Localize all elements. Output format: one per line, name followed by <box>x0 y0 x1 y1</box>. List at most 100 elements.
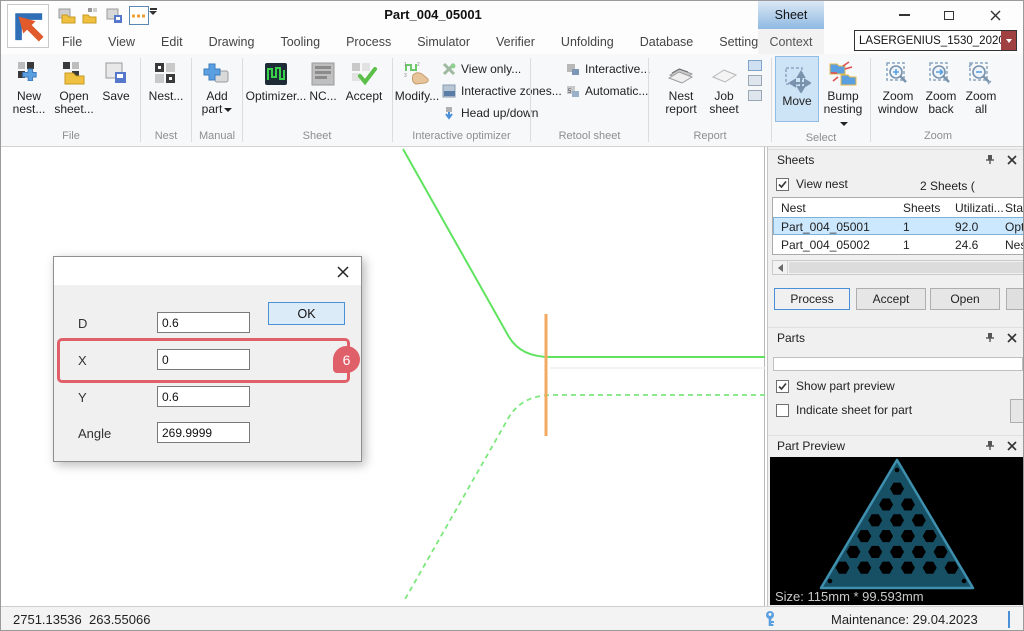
view-nest-checkbox[interactable]: View nest <box>776 177 848 191</box>
scrollbar-thumb[interactable] <box>789 262 1024 273</box>
part-preview-image <box>770 457 1024 605</box>
field-input-y[interactable] <box>157 386 250 407</box>
close-button[interactable] <box>978 3 1012 27</box>
menu-view[interactable]: View <box>95 35 148 49</box>
move-icon <box>783 63 811 95</box>
show-part-preview-checkbox[interactable]: Show part preview <box>776 379 895 393</box>
checkbox-checked-icon <box>776 178 789 191</box>
new-nest-button[interactable]: New nest... <box>7 56 51 119</box>
report-export-doc-icon[interactable] <box>748 75 762 86</box>
sheets-horizontal-scrollbar[interactable] <box>772 260 1024 275</box>
window-title: Part_004_05001 <box>353 7 513 22</box>
menu-process[interactable]: Process <box>333 35 404 49</box>
ribbon: New nest... Open sheet... Save File Nest… <box>1 54 1024 147</box>
indicate-sheet-checkbox[interactable]: Indicate sheet for part <box>776 403 912 417</box>
save-button[interactable]: Save <box>97 56 135 105</box>
open-sheet-button[interactable]: Open sheet... <box>51 56 97 119</box>
retool-automatic-button[interactable]: 5 Automatic... <box>563 80 653 102</box>
nest-icon <box>153 58 179 90</box>
application-window: Part_004_05001 Sheet File View Edit Draw… <box>0 0 1024 631</box>
quick-open-nest-icon[interactable] <box>81 6 101 25</box>
parts-list-strip[interactable] <box>773 357 1023 371</box>
status-bar: 2751.13536 263.55066 Maintenance: 29.04.… <box>1 606 1024 631</box>
maintenance-date-label: Maintenance: 29.04.2023 <box>831 612 978 627</box>
ribbon-group-sheet: Optimizer... NC... Accept Sheet <box>245 54 389 146</box>
menu-database[interactable]: Database <box>627 35 707 49</box>
nc-button[interactable]: NC... <box>305 56 341 105</box>
process-button[interactable]: Process <box>774 288 850 310</box>
pin-icon[interactable] <box>982 439 998 453</box>
pin-icon[interactable] <box>982 153 998 167</box>
menu-edit[interactable]: Edit <box>148 35 196 49</box>
cursor-y-coordinate: 263.55066 <box>89 612 150 627</box>
machine-select[interactable]: LASERGENIUS_1530_2020 <box>854 30 1017 51</box>
parameter-dialog: OK D X Y Angle 6 <box>53 256 362 462</box>
title-bar: Part_004_05001 Sheet <box>1 1 1024 29</box>
bump-nesting-button[interactable]: Bump nesting <box>819 56 867 132</box>
checkbox-unchecked-icon <box>776 404 789 417</box>
maximize-button[interactable] <box>932 3 966 27</box>
quick-open-icon[interactable] <box>57 6 77 25</box>
sheets-table[interactable]: Nest Sheets Utilizati... Stat Part_004_0… <box>772 197 1024 255</box>
report-export-table-icon[interactable] <box>748 60 762 71</box>
open-button[interactable]: Open <box>930 288 1000 310</box>
nest-report-button[interactable]: Nest report <box>658 56 704 119</box>
retool-interactive-button[interactable]: Interactive... <box>563 58 653 80</box>
ribbon-group-manual: Add part Manual <box>194 54 240 146</box>
field-input-d[interactable] <box>157 312 250 333</box>
annotation-step-badge: 6 <box>333 346 360 373</box>
accept-button[interactable]: Accept <box>341 56 387 105</box>
tab-context-label[interactable]: Context <box>758 29 824 54</box>
optimizer-button[interactable]: Optimizer... <box>247 56 305 105</box>
accept-sheet-button[interactable]: Accept <box>856 288 926 310</box>
sheets-count-label: 2 Sheets ( <box>920 179 975 193</box>
clipped-c-button[interactable]: C <box>1010 399 1024 423</box>
menu-file[interactable]: File <box>49 35 95 49</box>
svg-text:2: 2 <box>417 62 420 68</box>
minimize-button[interactable] <box>887 3 921 27</box>
report-export-file-icon[interactable] <box>748 90 762 101</box>
right-dock-panel: Sheets View nest 2 Sheets ( Nest Sheets … <box>767 147 1024 606</box>
menu-drawing[interactable]: Drawing <box>196 35 268 49</box>
clipped-s-button[interactable]: S <box>1006 288 1024 310</box>
ok-button[interactable]: OK <box>268 302 345 325</box>
quick-measure-icon[interactable] <box>129 6 149 25</box>
modify-button[interactable]: 123 Modify... <box>395 56 439 105</box>
zoom-all-button[interactable]: Zoom all <box>961 56 1001 119</box>
close-icon[interactable] <box>1004 331 1020 345</box>
scroll-left-icon[interactable] <box>773 261 788 274</box>
cell-nest-1[interactable]: Part_004_05001 <box>781 220 870 234</box>
chevron-down-icon[interactable] <box>1001 31 1016 50</box>
zoom-back-button[interactable]: Zoom back <box>921 56 961 119</box>
app-logo[interactable] <box>7 4 49 48</box>
nest-button[interactable]: Nest... <box>144 56 188 105</box>
field-label-d: D <box>78 316 87 331</box>
zoom-window-icon <box>884 58 912 90</box>
menu-simulator[interactable]: Simulator <box>404 35 483 49</box>
field-input-angle[interactable] <box>157 422 250 443</box>
menu-tooling[interactable]: Tooling <box>267 35 333 49</box>
menu-verifier[interactable]: Verifier <box>483 35 548 49</box>
part-contour-dashed <box>404 395 765 601</box>
job-sheet-icon <box>709 58 739 90</box>
tab-sheet-context[interactable]: Sheet <box>758 1 824 29</box>
field-label-y: Y <box>78 390 87 405</box>
cell-nest-2[interactable]: Part_004_05002 <box>781 238 870 252</box>
quick-save-icon[interactable] <box>105 6 125 25</box>
part-preview-panel-header: Part Preview <box>768 435 1024 455</box>
pin-icon[interactable] <box>982 331 998 345</box>
menu-unfolding[interactable]: Unfolding <box>548 35 627 49</box>
sheets-panel-header: Sheets <box>768 149 1024 169</box>
cursor-x-coordinate: 2751.13536 <box>13 612 82 627</box>
dialog-close-button[interactable] <box>333 263 353 280</box>
move-button[interactable]: Move <box>775 56 819 122</box>
save-icon <box>103 58 129 90</box>
close-icon[interactable] <box>1004 439 1020 453</box>
quick-access-customize-icon[interactable] <box>149 8 157 15</box>
nest-report-icon <box>666 58 696 90</box>
close-icon[interactable] <box>1004 153 1020 167</box>
add-part-button[interactable]: Add part <box>195 56 239 119</box>
part-preview-viewport[interactable]: Size: 115mm * 99.593mm <box>770 457 1024 605</box>
job-sheet-button[interactable]: Job sheet <box>704 56 744 119</box>
zoom-window-button[interactable]: Zoom window <box>875 56 921 119</box>
